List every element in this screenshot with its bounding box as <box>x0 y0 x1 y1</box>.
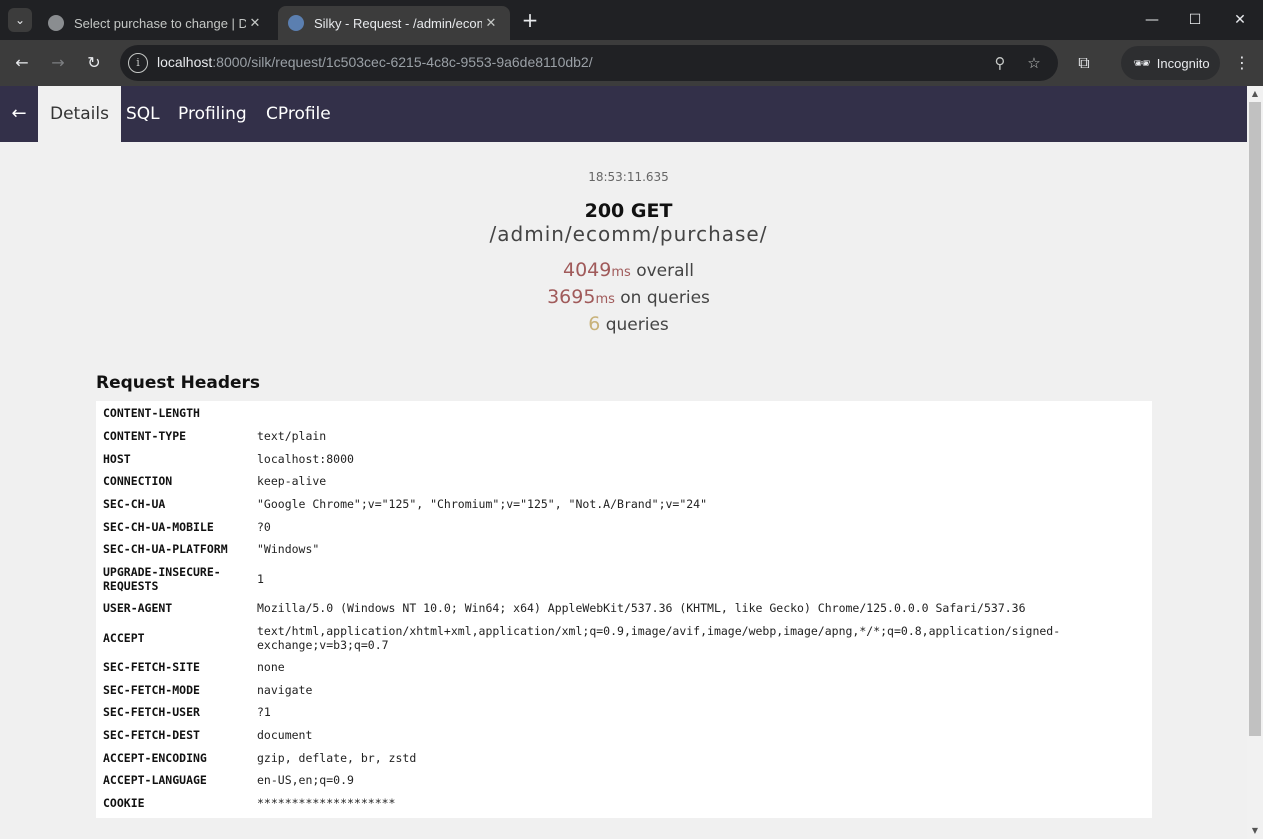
window-close-icon[interactable]: ✕ <box>1228 8 1252 32</box>
header-value: "Google Chrome";v="125", "Chromium";v="1… <box>257 497 708 512</box>
header-value: localhost:8000 <box>257 451 354 466</box>
table-row: SEC-FETCH-SITE none <box>96 656 1152 679</box>
header-value: text/html,application/xhtml+xml,applicat… <box>257 623 1061 652</box>
browser-tab-silky[interactable]: Silky - Request - /admin/ecomm ✕ <box>278 6 510 40</box>
request-headers-table: CONTENT-LENGTH CONTENT-TYPE text/plain HOST… <box>96 401 1152 819</box>
incognito-badge[interactable]: 🕶 Incognito <box>1121 46 1220 80</box>
header-value: ******************** <box>257 795 396 810</box>
tab-sql[interactable]: SQL <box>114 86 172 142</box>
table-row: CONTENT-LENGTH <box>96 402 1152 425</box>
header-value: gzip, deflate, br, zstd <box>257 750 417 765</box>
header-key: ACCEPT-LANGUAGE <box>103 773 207 788</box>
header-key: SEC-CH-UA-PLATFORM <box>103 542 228 557</box>
table-row: USER-AGENT Mozilla/5.0 (Windows NT 10.0; … <box>96 597 1152 620</box>
tab-cprofile[interactable]: CProfile <box>254 86 343 142</box>
forward-arrow-icon[interactable]: → <box>46 51 70 75</box>
header-key: SEC-CH-UA <box>103 497 166 512</box>
request-status: 200 GET <box>584 200 673 222</box>
site-info-icon[interactable]: i <box>128 53 148 73</box>
menu-kebab-icon[interactable]: ⋮ <box>1230 51 1254 75</box>
table-row: ACCEPT-LANGUAGE en-US,en;q=0.9 <box>96 769 1152 792</box>
header-key: USER-AGENT <box>103 601 173 616</box>
table-row: COOKIE ******************** <box>96 792 1152 815</box>
header-value: keep-alive <box>257 474 327 489</box>
request-stats: 4049ms overall 3695ms on queries 6 queri… <box>0 258 1257 337</box>
tab-profiling[interactable]: Profiling <box>166 86 259 142</box>
header-value: none <box>257 659 285 674</box>
address-bar[interactable]: i localhost:8000/silk/request/1c503cec-6… <box>120 45 1058 81</box>
header-key: SEC-FETCH-DEST <box>103 727 200 742</box>
header-value: "Windows" <box>257 542 320 557</box>
table-row: SEC-FETCH-DEST document <box>96 724 1152 747</box>
extensions-puzzle-icon[interactable]: ⧉ <box>1072 51 1096 75</box>
silk-nav-bar: ← Details SQL Profiling CProfile <box>0 86 1247 142</box>
table-row: CONTENT-TYPE text/plain <box>96 425 1152 448</box>
table-row: ACCEPT-ENCODING gzip, deflate, br, zstd <box>96 746 1152 769</box>
scroll-down-icon[interactable]: ▼ <box>1247 823 1263 839</box>
request-path: /admin/ecomm/purchase/ <box>489 222 768 246</box>
header-value: text/plain <box>257 429 327 444</box>
close-icon[interactable]: ✕ <box>246 15 264 31</box>
header-value: ?0 <box>257 519 271 534</box>
url-text[interactable]: localhost:8000/silk/request/1c503cec-621… <box>157 54 593 70</box>
table-row: SEC-CH-UA "Google Chrome";v="125", "Chrom… <box>96 493 1152 516</box>
new-tab-plus-icon[interactable]: + <box>518 9 542 33</box>
request-summary: 18:53:11.635 200 GET /admin/ecomm/purcha… <box>0 170 1257 337</box>
table-row: HOST localhost:8000 <box>96 447 1152 470</box>
maximize-icon[interactable]: ☐ <box>1183 8 1207 32</box>
header-key: HOST <box>103 451 131 466</box>
incognito-label: Incognito <box>1156 55 1210 71</box>
header-key: ACCEPT <box>103 630 145 645</box>
overall-time-stat: 4049ms overall <box>563 259 694 281</box>
table-row: SEC-CH-UA-PLATFORM "Windows" <box>96 538 1152 561</box>
header-key: UPGRADE-INSECURE-REQUESTS <box>103 564 221 593</box>
back-arrow-icon[interactable]: ← <box>0 86 38 142</box>
header-value: document <box>257 727 313 742</box>
bookmark-star-icon[interactable]: ☆ <box>1024 53 1044 73</box>
header-key: SEC-FETCH-SITE <box>103 659 200 674</box>
table-row: CONNECTION keep-alive <box>96 470 1152 493</box>
header-value: Mozilla/5.0 (Windows NT 10.0; Win64; x64… <box>257 601 1026 616</box>
header-value <box>250 402 1152 425</box>
table-row: SEC-CH-UA-MOBILE ?0 <box>96 515 1152 538</box>
query-time-stat: 3695ms on queries <box>547 286 710 308</box>
browser-tab-title: Select purchase to change | Dja <box>74 15 246 31</box>
header-key: CONTENT-TYPE <box>103 429 187 444</box>
scroll-up-icon[interactable]: ▲ <box>1247 86 1263 102</box>
table-row: SEC-FETCH-USER ?1 <box>96 701 1152 724</box>
header-key: COOKIE <box>103 795 145 810</box>
header-key: CONNECTION <box>103 474 173 489</box>
back-arrow-icon[interactable]: ← <box>10 51 34 75</box>
request-headers-heading: Request Headers <box>96 373 261 393</box>
browser-tab-title: Silky - Request - /admin/ecomm <box>314 15 482 31</box>
incognito-icon: 🕶 <box>1133 54 1151 71</box>
browser-toolbar: ← → ↻ i localhost:8000/silk/request/1c50… <box>0 40 1263 86</box>
table-row: SEC-FETCH-MODE navigate <box>96 678 1152 701</box>
header-key: SEC-FETCH-USER <box>103 705 200 720</box>
reload-icon[interactable]: ↻ <box>82 51 106 75</box>
browser-tab-strip: ⌄ Select purchase to change | Dja ✕ Silk… <box>0 0 1263 40</box>
header-key: SEC-CH-UA-MOBILE <box>103 519 214 534</box>
table-row: UPGRADE-INSECURE-REQUESTS 1 <box>96 561 1152 597</box>
header-value: en-US,en;q=0.9 <box>257 773 354 788</box>
header-value: 1 <box>257 571 264 586</box>
query-count-stat: 6 queries <box>588 313 669 335</box>
silk-favicon-icon <box>288 15 304 31</box>
minimize-icon[interactable]: — <box>1140 8 1164 32</box>
table-row: ACCEPT text/html,application/xhtml+xml,ap… <box>96 620 1152 656</box>
header-key: CONTENT-LENGTH <box>103 406 200 421</box>
tab-details[interactable]: Details <box>38 86 121 142</box>
close-icon[interactable]: ✕ <box>482 15 500 31</box>
zoom-icon[interactable]: ⚲ <box>990 53 1010 73</box>
globe-icon <box>48 15 64 31</box>
browser-tab-django-admin[interactable]: Select purchase to change | Dja ✕ <box>38 6 274 40</box>
tab-search-icon[interactable]: ⌄ <box>8 8 32 32</box>
header-value: navigate <box>257 682 313 697</box>
header-key: ACCEPT-ENCODING <box>103 750 207 765</box>
header-key: SEC-FETCH-MODE <box>103 682 200 697</box>
header-value: ?1 <box>257 705 271 720</box>
request-time: 18:53:11.635 <box>588 170 669 184</box>
